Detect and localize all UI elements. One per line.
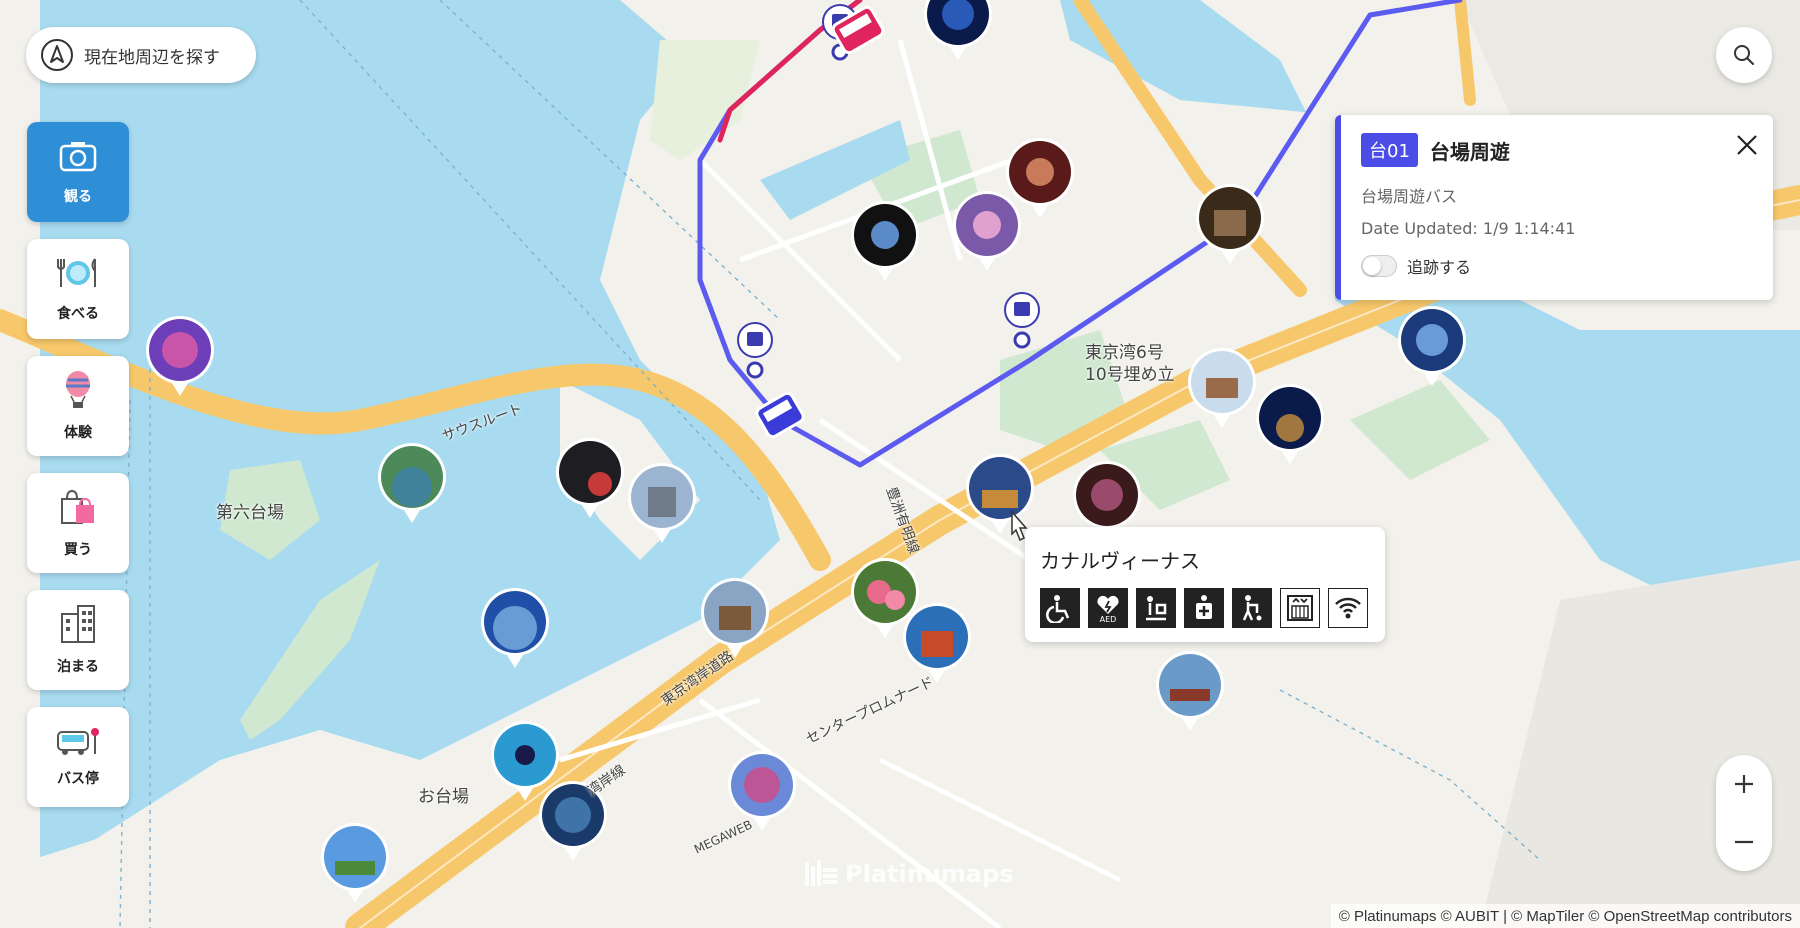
platinumaps-logo-icon <box>805 860 837 886</box>
first-aid-icon <box>1184 588 1224 628</box>
category-balloon[interactable]: 体験 <box>27 356 129 456</box>
spot-title: カナルヴィーナス <box>1040 549 1200 573</box>
zoom-out-button[interactable] <box>1716 813 1772 871</box>
category-label: 観る <box>64 189 92 205</box>
category-shopping-bag[interactable]: 買う <box>27 473 129 573</box>
facility-icons: AED <box>1040 588 1371 628</box>
search-icon <box>1734 45 1754 65</box>
brand-watermark: Platinumaps <box>805 858 1014 890</box>
category-bus-stop[interactable]: バス停 <box>27 707 129 807</box>
dining-icon <box>56 255 100 295</box>
hotel-icon <box>58 604 98 648</box>
category-label: バス停 <box>57 771 99 787</box>
svg-text:AED: AED <box>1100 615 1117 623</box>
stroller-icon <box>1232 588 1272 628</box>
wifi-icon <box>1328 588 1368 628</box>
search-button[interactable] <box>1716 27 1772 83</box>
spot-tooltip[interactable]: カナルヴィーナス AED <box>1025 527 1385 642</box>
locate-nearby-button[interactable]: 現在地周辺を探す <box>26 27 256 83</box>
map-label-odaiba: お台場 <box>418 787 469 807</box>
close-icon <box>1737 135 1757 155</box>
category-dining[interactable]: 食べる <box>27 239 129 339</box>
minus-icon <box>1735 840 1753 844</box>
locate-nearby-label: 現在地周辺を探す <box>84 47 220 68</box>
close-button[interactable] <box>1735 133 1759 161</box>
plus-icon <box>1735 775 1753 793</box>
bus-info-panel: 台01 台場周遊 台場周遊バス Date Updated: 1/9 1:14:4… <box>1335 115 1773 300</box>
map-label-landfill: 東京湾6号 10号埋め立 <box>1085 343 1175 385</box>
zoom-in-button[interactable] <box>1716 755 1772 813</box>
route-name: 台場周遊 <box>1429 139 1510 164</box>
bus-stop-icon <box>56 726 100 760</box>
aed-icon: AED <box>1088 588 1128 628</box>
category-label: 泊まる <box>57 659 99 675</box>
baby-care-icon <box>1136 588 1176 628</box>
elevator-icon <box>1280 588 1320 628</box>
category-label: 食べる <box>57 306 99 322</box>
navigation-icon <box>41 39 73 71</box>
date-updated: Date Updated: 1/9 1:14:41 <box>1361 219 1576 238</box>
category-hotel[interactable]: 泊まる <box>27 590 129 690</box>
brand-name: Platinumaps <box>845 860 1014 888</box>
category-camera[interactable]: 観る <box>27 122 129 222</box>
map-label-island: 第六台場 <box>216 503 284 523</box>
balloon-icon <box>63 370 93 414</box>
category-label: 体験 <box>64 425 92 441</box>
wheelchair-icon <box>1040 588 1080 628</box>
zoom-control <box>1716 755 1772 871</box>
category-label: 買う <box>64 542 92 558</box>
track-toggle-label: 追跡する <box>1407 258 1472 277</box>
attribution: © Platinumaps © AUBIT | © MapTiler © Ope… <box>1330 904 1800 928</box>
shopping-bag-icon <box>58 487 98 531</box>
camera-icon <box>58 138 98 178</box>
route-subtitle: 台場周遊バス <box>1361 187 1458 206</box>
track-toggle[interactable] <box>1361 255 1397 277</box>
route-badge: 台01 <box>1361 133 1418 167</box>
